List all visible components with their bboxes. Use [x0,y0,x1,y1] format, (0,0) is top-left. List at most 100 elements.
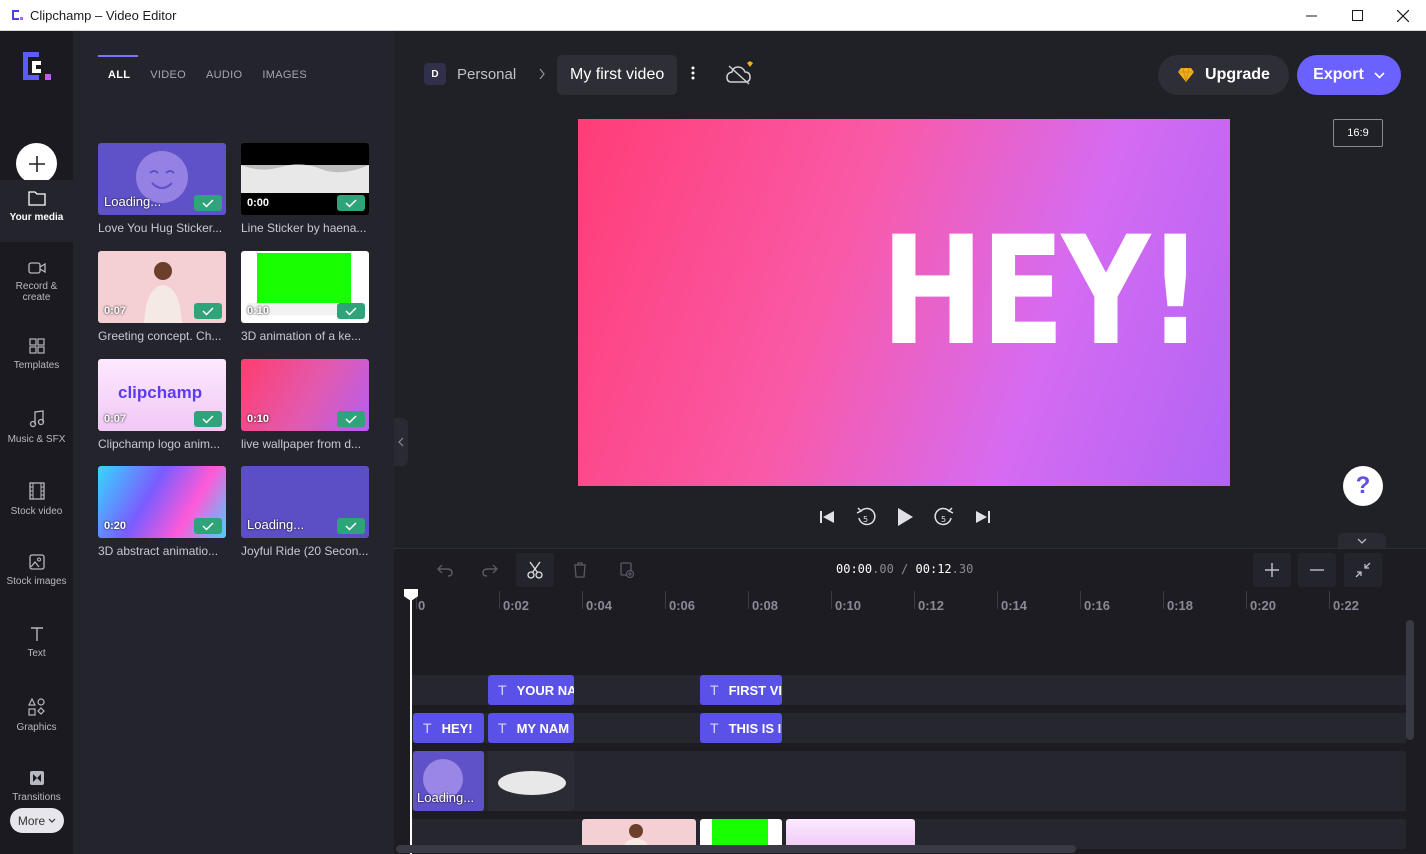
timeline-ruler[interactable]: 0 0:02 0:04 0:06 0:08 0:10 0:12 0:14 0:16 0:18 0:2… [394,591,1426,621]
duplicate-button[interactable] [607,553,645,587]
text-clip[interactable]: T MY NAM [488,713,574,743]
ruler-label: 0 [418,598,426,613]
tab-images[interactable]: IMAGES [252,31,317,91]
ruler-tick [1080,591,1081,609]
redo-button[interactable] [471,553,509,587]
help-button[interactable]: ? [1343,466,1383,506]
text-clip[interactable]: T THIS IS I [700,713,782,743]
text-clip-label: FIRST VI [728,682,782,698]
tab-video[interactable]: VIDEO [140,31,196,91]
collapse-timeline-handle[interactable] [1338,533,1386,548]
chevron-left-icon [398,437,404,447]
total-time: 00:12 [915,562,952,576]
playhead[interactable] [410,589,412,854]
horizontal-scrollbar[interactable] [396,845,1076,853]
media-card[interactable]: 0:00 Line Sticker by haena... [241,143,369,235]
text-icon: T [498,720,507,736]
loading-label: Loading... [247,517,305,532]
export-button[interactable]: Export [1297,55,1401,95]
nav-your-media[interactable]: Your media [0,180,73,242]
vertical-scrollbar[interactable] [1406,620,1414,740]
film-icon [28,482,45,500]
nav-graphics[interactable]: Graphics [0,688,73,750]
fit-timeline-button[interactable] [1344,553,1382,587]
media-card[interactable]: clipchamp 0:07 Clipchamp logo anim... [98,359,226,451]
upgrade-button[interactable]: Upgrade [1158,55,1289,95]
media-thumbnail[interactable]: Loading... [98,143,226,215]
media-thumbnail[interactable]: Loading... [241,466,369,538]
video-preview[interactable]: HEY! [578,119,1230,486]
nav-stock-images[interactable]: Stock images [0,544,73,606]
text-clip[interactable]: T HEY! [413,713,484,743]
diamond-icon [1178,67,1195,83]
window-titlebar: Clipchamp – Video Editor [0,0,1426,31]
check-icon [202,198,214,208]
media-thumbnail[interactable]: 0:10 [241,251,369,323]
undo-button[interactable] [426,553,464,587]
forward-5s-button[interactable]: 5 [932,505,956,529]
shapes-icon [27,698,45,716]
video-clip-line-sticker[interactable] [488,751,574,811]
collapse-panel-handle[interactable] [394,418,408,466]
media-thumbnail[interactable]: 0:07 [98,251,226,323]
minimize-button[interactable] [1288,0,1334,31]
tab-all[interactable]: ALL [98,31,140,91]
nav-music-sfx[interactable]: Music & SFX [0,400,73,462]
text-clip[interactable]: T YOUR NA [488,675,574,705]
aspect-ratio-button[interactable]: 16:9 [1333,119,1383,147]
video-clip-hug-sticker[interactable]: Loading... [413,751,484,811]
media-card[interactable]: 0:20 3D abstract animatio... [98,466,226,558]
workspace-selector[interactable]: D Personal [424,57,546,91]
split-button[interactable] [516,553,554,587]
duration-label: 0:07 [104,305,127,317]
skip-to-end-button[interactable] [971,505,995,529]
check-icon [345,414,357,424]
nav-record-create[interactable]: Record & create [0,251,73,313]
cloud-sync-off-icon[interactable] [725,60,755,88]
media-card[interactable]: Loading... Joyful Ride (20 Secon... [241,466,369,558]
skip-to-start-button[interactable] [815,505,839,529]
rewind-5s-button[interactable]: 5 [854,505,878,529]
added-check-badge [337,195,365,211]
more-button[interactable]: More [10,808,64,833]
clipchamp-logo-icon[interactable] [19,48,55,84]
maximize-button[interactable] [1334,0,1380,31]
export-label: Export [1313,66,1364,83]
zoom-in-button[interactable] [1253,553,1291,587]
nav-text[interactable]: Text [0,616,73,678]
delete-button[interactable] [561,553,599,587]
media-thumbnail[interactable]: 0:00 [241,143,369,215]
added-check-badge [337,303,365,319]
text-icon [30,627,43,641]
timeline: 00:00.00 / 00:12.30 0 0:02 0:04 0:06 0:08 0:1… [394,548,1426,854]
added-check-badge [194,303,222,319]
media-card[interactable]: 0:10 3D animation of a ke... [241,251,369,343]
media-thumbnail[interactable]: 0:20 [98,466,226,538]
project-name-field[interactable]: My first video [557,55,678,95]
more-options-icon[interactable] [690,65,696,81]
nav-templates[interactable]: Templates [0,328,73,390]
duration-label: 0:07 [104,413,127,425]
chevron-down-icon [48,818,56,823]
media-thumbnail[interactable]: 0:10 [241,359,369,431]
timeline-toolbar: 00:00.00 / 00:12.30 [394,549,1426,591]
media-card[interactable]: 0:10 live wallpaper from d... [241,359,369,451]
ruler-label: 0:10 [835,598,862,613]
zoom-out-button[interactable] [1298,553,1336,587]
media-card[interactable]: 0:07 Greeting concept. Ch... [98,251,226,343]
text-icon: T [423,720,432,736]
nav-stock-video[interactable]: Stock video [0,472,73,534]
play-button[interactable] [893,505,917,529]
text-clip[interactable]: T FIRST VI [700,675,782,705]
media-card[interactable]: Loading... Love You Hug Sticker... [98,143,226,235]
added-check-badge [194,195,222,211]
media-name: Line Sticker by haena... [241,221,367,235]
timecode-display: 00:00.00 / 00:12.30 [836,562,973,576]
ruler-tick [831,591,832,609]
media-thumbnail[interactable]: clipchamp 0:07 [98,359,226,431]
left-nav-rail: Your media Record & create Templates Mus… [0,31,73,854]
tab-audio[interactable]: AUDIO [196,31,252,91]
close-button[interactable] [1380,0,1426,31]
add-media-button[interactable] [16,143,57,184]
current-time: 00:00 [836,562,873,576]
